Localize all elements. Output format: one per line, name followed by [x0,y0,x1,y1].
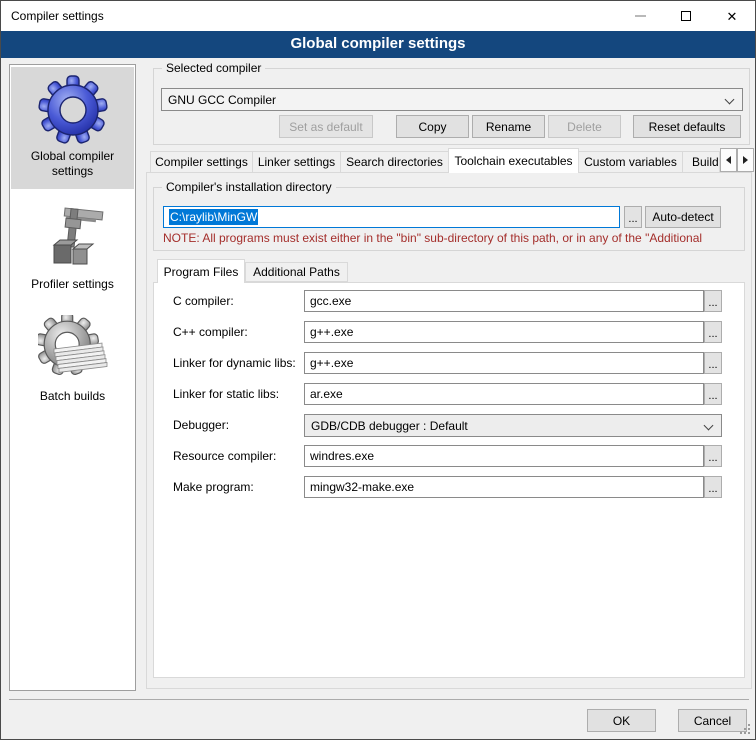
dynamic-linker-input[interactable]: g++.exe [304,352,704,374]
arrow-right-icon [743,156,748,164]
tab-search-directories[interactable]: Search directories [340,151,449,173]
auto-detect-button[interactable]: Auto-detect [645,206,721,228]
resource-compiler-value: windres.exe [310,449,374,463]
dialog-header: Global compiler settings [1,31,755,58]
gray-gear-stack-icon [38,315,108,385]
dynamic-linker-browse-button[interactable]: ... [704,352,722,374]
tab-scroll-left-button[interactable] [720,148,737,172]
subtab-program-files[interactable]: Program Files [157,259,245,283]
titlebar: Compiler settings ✕ [1,1,755,31]
tab-custom-variables[interactable]: Custom variables [578,151,683,173]
make-program-browse-button[interactable]: ... [704,476,722,498]
sidebar-item-global-compiler-settings[interactable]: Global compiler settings [11,67,134,189]
sidebar-item-label: Batch builds [11,389,134,404]
rename-button[interactable]: Rename [472,115,545,138]
cpp-compiler-label: C++ compiler: [173,325,248,339]
ok-button[interactable]: OK [587,709,656,732]
static-linker-input[interactable]: ar.exe [304,383,704,405]
resource-compiler-browse-button[interactable]: ... [704,445,722,467]
resize-grip[interactable] [748,732,750,734]
c-compiler-label: C compiler: [173,294,234,308]
static-linker-browse-button[interactable]: ... [704,383,722,405]
tab-build-options[interactable]: Build options [682,151,720,173]
installation-directory-group-label: Compiler's installation directory [162,180,336,194]
copy-button[interactable]: Copy [396,115,469,138]
minimize-icon [635,15,646,17]
close-button[interactable]: ✕ [709,1,755,31]
tab-linker-settings[interactable]: Linker settings [252,151,341,173]
debugger-label: Debugger: [173,418,229,432]
chevron-down-icon [704,421,714,431]
tab-scroll-right-button[interactable] [737,148,754,172]
cancel-button[interactable]: Cancel [678,709,747,732]
make-program-value: mingw32-make.exe [310,480,414,494]
cpp-compiler-browse-button[interactable]: ... [704,321,722,343]
delete-button: Delete [548,115,621,138]
debugger-dropdown[interactable]: GDB/CDB debugger : Default [304,414,722,437]
tab-compiler-settings[interactable]: Compiler settings [150,151,253,173]
make-program-input[interactable]: mingw32-make.exe [304,476,704,498]
c-compiler-browse-button[interactable]: ... [704,290,722,312]
debugger-value: GDB/CDB debugger : Default [311,419,468,433]
blue-gear-icon [38,75,108,145]
reset-defaults-button[interactable]: Reset defaults [633,115,741,138]
minimize-button [617,1,663,31]
resource-compiler-label: Resource compiler: [173,449,276,463]
titlebar-buttons: ✕ [617,1,755,31]
window-title: Compiler settings [1,9,104,23]
settings-category-list: Global compiler settings Profiler settin… [9,64,136,691]
set-as-default-button: Set as default [279,115,373,138]
close-icon: ✕ [727,10,738,23]
sidebar-item-label: Profiler settings [11,277,134,292]
installation-directory-input[interactable]: C:\raylib\MinGW [163,206,620,228]
static-linker-label: Linker for static libs: [173,387,279,401]
make-program-label: Make program: [173,480,254,494]
dynamic-linker-label: Linker for dynamic libs: [173,356,296,370]
sidebar-item-label: Global compiler settings [11,149,134,179]
maximize-icon [681,11,691,21]
directory-browse-button[interactable]: ... [624,206,642,228]
resource-compiler-input[interactable]: windres.exe [304,445,704,467]
installation-directory-value: C:\raylib\MinGW [169,209,258,225]
c-compiler-input[interactable]: gcc.exe [304,290,704,312]
footer-divider [9,699,749,700]
maximize-button[interactable] [663,1,709,31]
selected-compiler-dropdown[interactable]: GNU GCC Compiler [161,88,743,111]
selected-compiler-group-label: Selected compiler [162,61,265,75]
dynamic-linker-value: g++.exe [310,356,353,370]
static-linker-value: ar.exe [310,387,343,401]
cpp-compiler-value: g++.exe [310,325,353,339]
sidebar-item-profiler-settings[interactable]: Profiler settings [11,195,134,301]
cpp-compiler-input[interactable]: g++.exe [304,321,704,343]
c-compiler-value: gcc.exe [310,294,351,308]
chevron-down-icon [725,95,735,105]
arrow-left-icon [726,156,731,164]
note-text: NOTE: All programs must exist either in … [163,231,741,245]
subtab-additional-paths[interactable]: Additional Paths [245,262,348,282]
sidebar-item-batch-builds[interactable]: Batch builds [11,307,134,425]
compiler-settings-window: Compiler settings ✕ Global compiler sett… [0,0,756,740]
caliper-icon [38,203,108,273]
tab-toolchain-executables[interactable]: Toolchain executables [448,148,579,173]
selected-compiler-value: GNU GCC Compiler [168,93,276,107]
